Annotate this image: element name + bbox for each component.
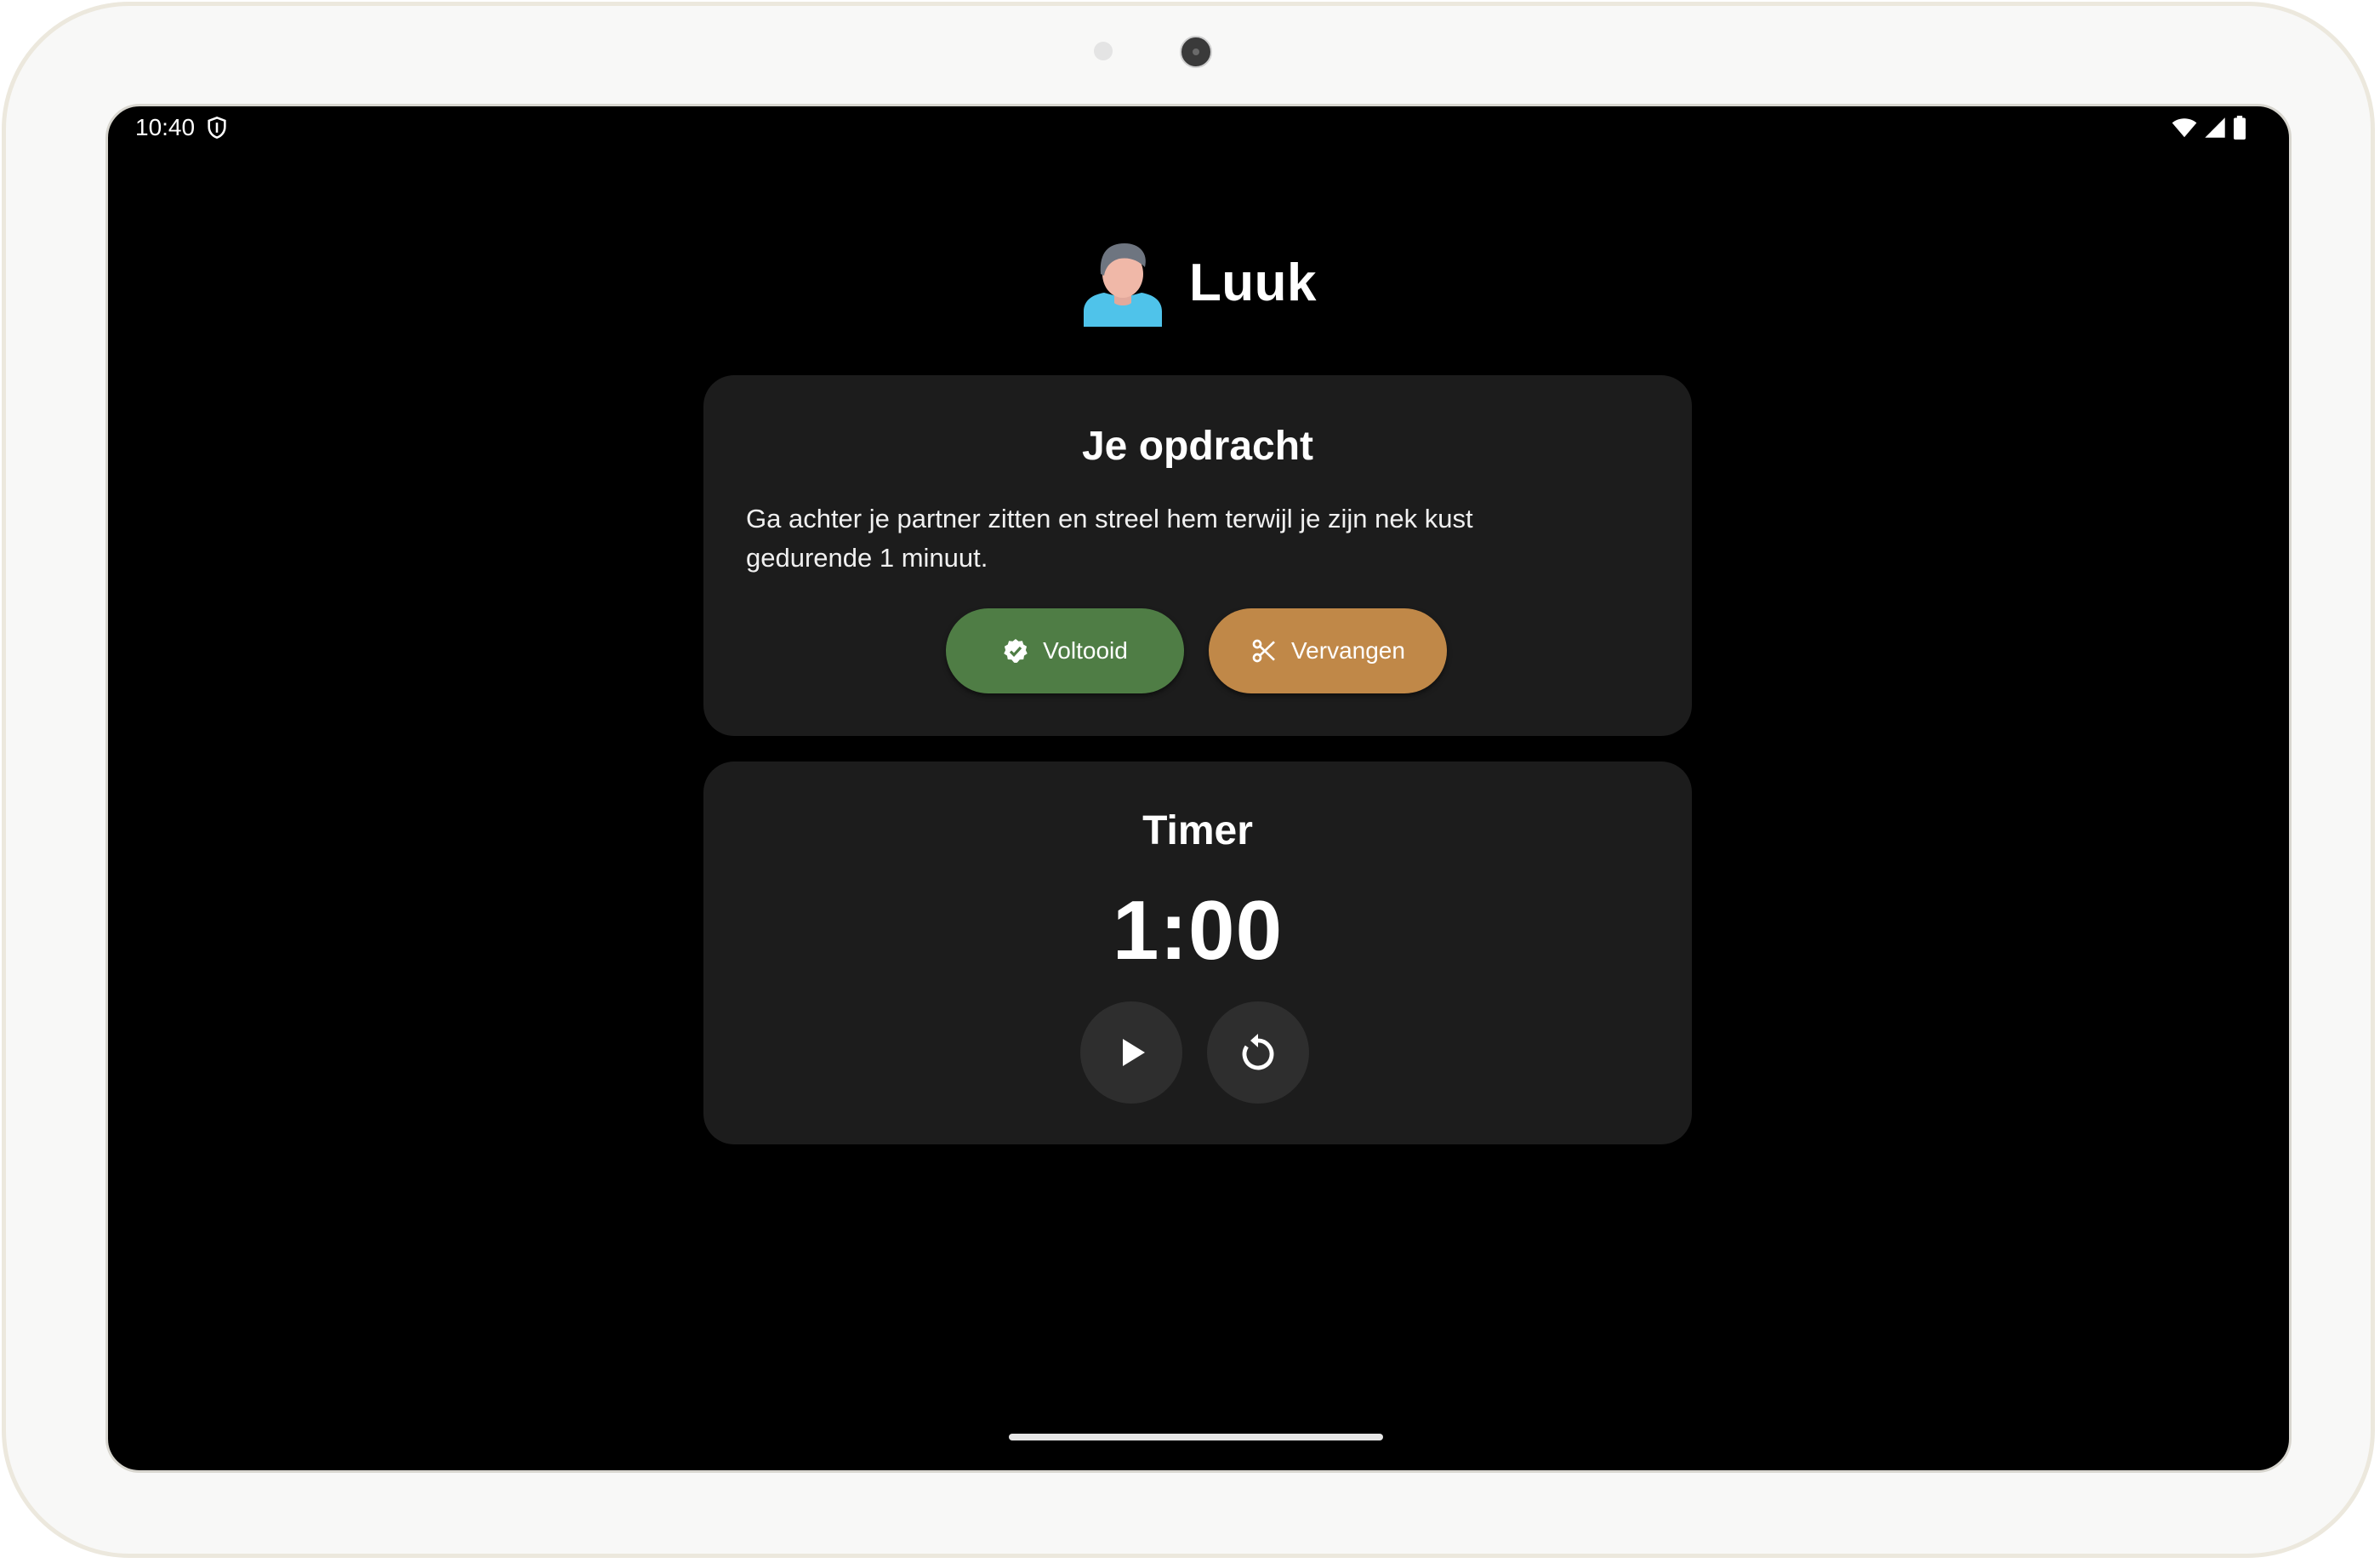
player-name: Luuk [1188,253,1318,312]
status-icons [2172,115,2246,140]
task-description: Ga achter je partner zitten en streel he… [746,504,1473,573]
tablet-frame: 10:40 Luuk Je opdracht Ga achter je part… [2,2,2375,1558]
replace-button[interactable]: Vervangen [1209,608,1447,693]
wifi-icon [2172,118,2197,138]
shield-icon [208,116,226,140]
check-badge-icon [1004,639,1028,663]
front-camera [1180,36,1212,68]
signal-icon [2205,117,2225,138]
home-indicator[interactable] [1009,1434,1383,1440]
light-sensor [1094,42,1113,60]
replace-button-label: Vervangen [1291,637,1405,664]
battery-icon [2234,116,2246,140]
task-card-title: Je opdracht [1081,424,1314,469]
screen: 10:40 Luuk Je opdracht Ga achter je part… [105,104,2292,1473]
done-button-label: Voltooid [1043,637,1128,664]
timer-display: 1:00 [1112,883,1284,977]
play-button[interactable] [1080,1001,1182,1104]
reset-button[interactable] [1207,1001,1309,1104]
status-time: 10:40 [135,114,196,140]
timer-card-title: Timer [1142,808,1253,853]
person-avatar-icon [1083,243,1162,327]
player-header: Luuk [108,238,2289,327]
timer-card: Timer 1:00 [703,762,1692,1144]
status-bar: 10:40 [108,106,2289,149]
done-button[interactable]: Voltooid [946,608,1184,693]
reset-icon [1242,1034,1274,1070]
scissors-icon [1252,639,1275,663]
play-icon [1123,1039,1145,1066]
task-card: Je opdracht Ga achter je partner zitten … [703,375,1692,736]
